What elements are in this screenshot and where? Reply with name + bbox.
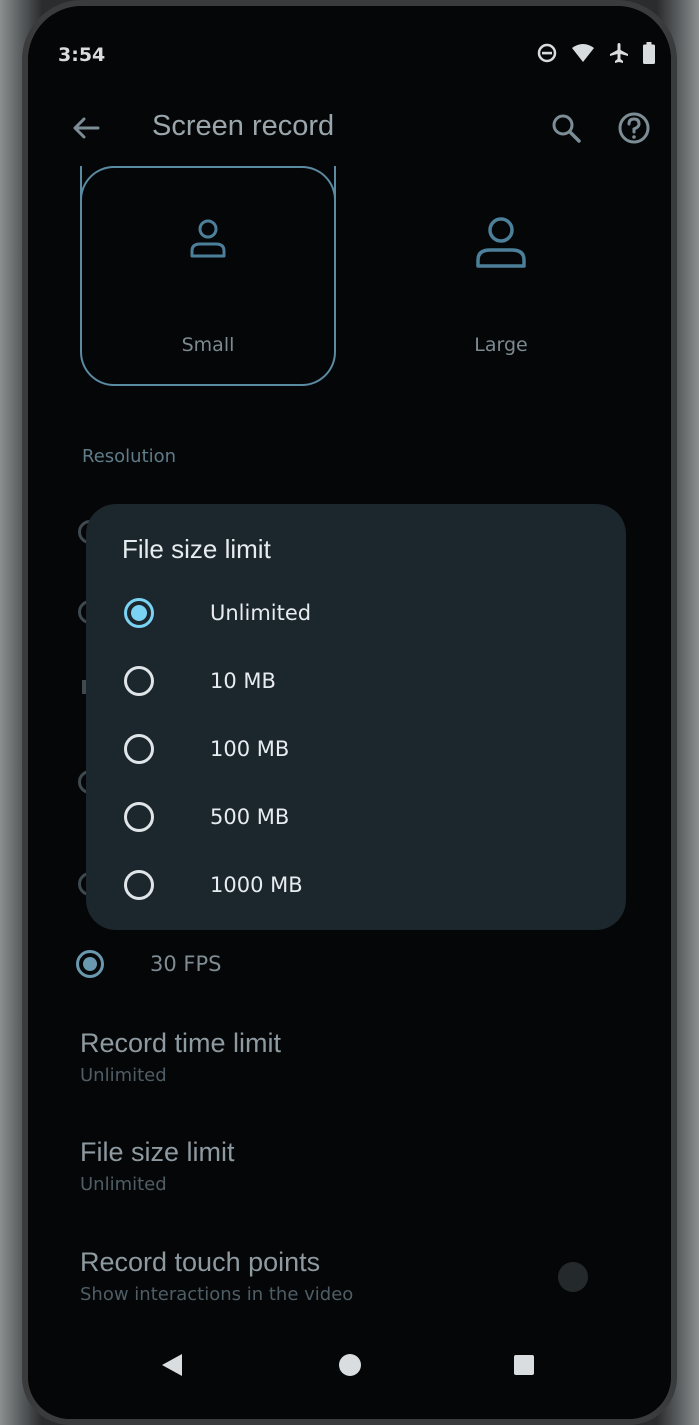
radio-button[interactable] [124,666,154,696]
device-frame: 3:54 Screen record Small Large Resolutio… [0,0,699,1425]
fps-label: 30 FPS [150,952,222,976]
search-icon[interactable] [546,108,586,148]
person-icon [190,219,226,258]
nav-back-icon[interactable] [160,1352,184,1378]
toggle-thumb [558,1262,588,1292]
airplane-icon [610,43,628,63]
setting-record-time-limit[interactable]: Record time limit Unlimited [80,1028,620,1086]
page-title: Screen record [152,110,335,142]
screen: 3:54 Screen record Small Large Resolutio… [28,6,671,1419]
dialog-option-100mb[interactable]: 100 MB [122,725,592,775]
radio-button-checked[interactable] [124,598,154,628]
resolution-section-label: Resolution [82,446,177,467]
nav-home-icon[interactable] [339,1354,361,1376]
dialog-title: File size limit [122,534,271,564]
phone-body: 3:54 Screen record Small Large Resolutio… [22,0,677,1425]
setting-file-size-limit[interactable]: File size limit Unlimited [80,1137,620,1195]
file-size-limit-dialog: File size limit Unlimited 10 MB 100 MB 5… [86,504,626,930]
setting-subtitle: Show interactions in the video [80,1284,354,1305]
dialog-option-1000mb[interactable]: 1000 MB [122,861,592,911]
radio-button[interactable] [124,802,154,832]
person-icon [476,217,526,268]
status-time: 3:54 [58,44,106,66]
option-label: 100 MB [210,737,290,761]
option-label: 10 MB [210,669,276,693]
radio-button[interactable] [124,734,154,764]
help-icon[interactable] [614,108,654,148]
nav-recents-icon[interactable] [514,1355,534,1375]
wifi-icon [572,44,594,62]
size-option-small[interactable]: Small [80,166,336,386]
top-app-bar: Screen record [28,96,671,160]
option-label: Unlimited [210,601,312,625]
do-not-disturb-icon [537,43,557,63]
setting-record-touch-points[interactable]: Record touch points Show interactions in… [80,1247,620,1305]
radio-button[interactable] [124,870,154,900]
size-option-large[interactable]: Large [373,166,629,386]
setting-title: Record time limit [80,1028,282,1058]
arrow-back-icon[interactable] [68,110,104,146]
navigation-bar [28,1336,671,1396]
battery-icon [643,42,655,64]
status-bar: 3:54 [28,36,671,76]
size-label-large: Large [474,334,528,356]
setting-title: File size limit [80,1137,235,1167]
setting-title: Record touch points [80,1247,321,1277]
dialog-option-10mb[interactable]: 10 MB [122,657,592,707]
touch-points-toggle[interactable] [552,1260,612,1296]
dialog-option-500mb[interactable]: 500 MB [122,793,592,843]
dialog-option-unlimited[interactable]: Unlimited [122,589,592,639]
option-label: 500 MB [210,805,290,829]
status-icons [537,42,655,64]
fps-option-30[interactable]: 30 FPS [76,946,576,986]
size-label-small: Small [181,334,235,356]
setting-subtitle: Unlimited [80,1174,167,1195]
option-label: 1000 MB [210,873,303,897]
fps-radio-selected[interactable] [76,950,104,978]
setting-subtitle: Unlimited [80,1065,167,1086]
